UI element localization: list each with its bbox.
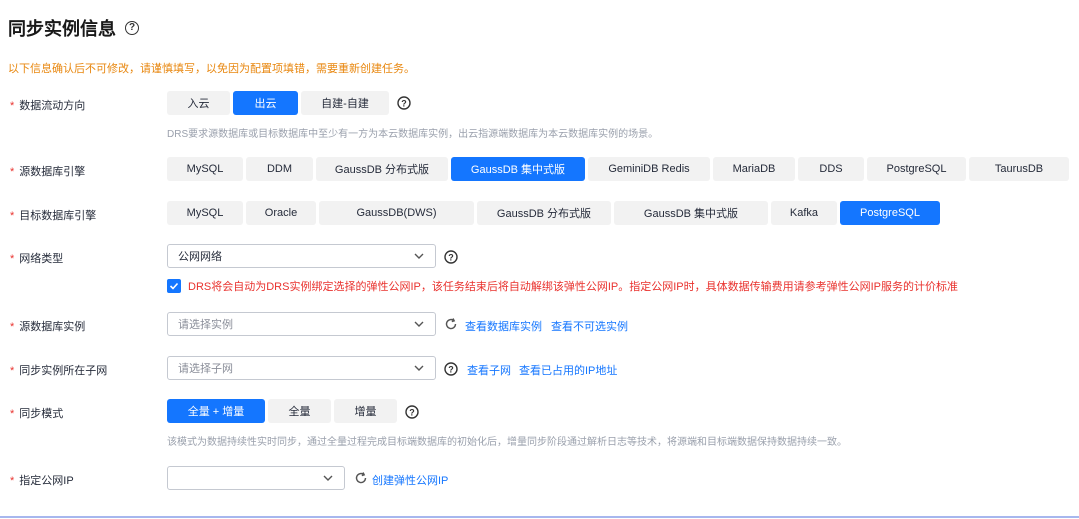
flow-direction-segmented: 入云 出云 自建-自建	[167, 91, 389, 115]
flow-direction-option[interactable]: 自建-自建	[301, 91, 389, 115]
sync-mode-option[interactable]: 增量	[334, 399, 397, 423]
check-icon	[169, 282, 179, 290]
view-db-instances-link[interactable]: 查看数据库实例	[465, 318, 542, 334]
source-engine-option[interactable]: MySQL	[167, 157, 243, 181]
flow-direction-label: * 数据流动方向	[10, 97, 85, 113]
target-engine-label-text: 目标数据库引擎	[19, 210, 97, 222]
sync-mode-segmented: 全量 + 增量 全量 增量	[167, 399, 397, 423]
target-engine-option[interactable]: Kafka	[771, 201, 837, 225]
public-ip-select[interactable]	[167, 466, 345, 490]
flow-direction-label-text: 数据流动方向	[19, 100, 86, 112]
help-icon[interactable]: ?	[444, 362, 458, 376]
flow-direction-option[interactable]: 出云	[233, 91, 298, 115]
page-title: 同步实例信息 ?	[8, 15, 139, 41]
target-engine-option[interactable]: Oracle	[246, 201, 316, 225]
sync-mode-label-text: 同步模式	[19, 408, 64, 420]
view-used-ips-link[interactable]: 查看已占用的IP地址	[519, 362, 617, 378]
required-mark: *	[10, 365, 15, 377]
chevron-down-icon	[414, 321, 424, 327]
source-engine-option[interactable]: GaussDB 分布式版	[316, 157, 448, 181]
eip-checkbox[interactable]	[167, 279, 181, 293]
source-engine-option[interactable]: TaurusDB	[969, 157, 1069, 181]
required-mark: *	[10, 210, 15, 222]
source-engine-label: * 源数据库引擎	[10, 163, 85, 179]
source-engine-option[interactable]: MariaDB	[713, 157, 795, 181]
required-mark: *	[10, 253, 15, 265]
svg-text:?: ?	[409, 408, 415, 418]
subnet-placeholder: 请选择子网	[178, 363, 233, 375]
source-engine-segmented: MySQL DDM GaussDB 分布式版 GaussDB 集中式版 GeminiDB…	[167, 157, 1069, 181]
source-engine-label-text: 源数据库引擎	[19, 166, 86, 178]
refresh-icon[interactable]	[444, 317, 458, 331]
public-ip-label-text: 指定公网IP	[19, 475, 74, 487]
view-subnet-link[interactable]: 查看子网	[467, 362, 511, 378]
source-engine-option[interactable]: PostgreSQL	[867, 157, 966, 181]
target-engine-option[interactable]: GaussDB(DWS)	[319, 201, 474, 225]
warning-message: 以下信息确认后不可修改，请谨慎填写，以免因为配置项填错，需要重新创建任务。	[8, 63, 415, 75]
target-engine-label: * 目标数据库引擎	[10, 207, 96, 223]
source-instance-placeholder: 请选择实例	[178, 319, 233, 331]
svg-text:?: ?	[448, 253, 454, 263]
source-engine-option[interactable]: GeminiDB Redis	[588, 157, 710, 181]
target-engine-option[interactable]: MySQL	[167, 201, 243, 225]
bottom-divider	[0, 516, 1079, 518]
help-icon[interactable]: ?	[125, 21, 139, 35]
page-title-text: 同步实例信息	[8, 19, 116, 39]
network-type-select[interactable]: 公网网络	[167, 244, 436, 268]
help-icon[interactable]: ?	[397, 96, 411, 110]
create-eip-link[interactable]: 创建弹性公网IP	[372, 472, 448, 488]
source-engine-option[interactable]: GaussDB 集中式版	[451, 157, 585, 181]
source-instance-select[interactable]: 请选择实例	[167, 312, 436, 336]
required-mark: *	[10, 321, 15, 333]
required-mark: *	[10, 475, 15, 487]
source-instance-label: * 源数据库实例	[10, 318, 85, 334]
network-type-label-text: 网络类型	[19, 253, 64, 265]
public-ip-label: * 指定公网IP	[10, 472, 74, 488]
source-instance-label-text: 源数据库实例	[19, 321, 86, 333]
chevron-down-icon	[414, 365, 424, 371]
chevron-down-icon	[414, 253, 424, 259]
target-engine-option[interactable]: GaussDB 集中式版	[614, 201, 768, 225]
refresh-icon[interactable]	[354, 471, 368, 485]
sync-mode-label: * 同步模式	[10, 405, 63, 421]
target-engine-option[interactable]: PostgreSQL	[840, 201, 940, 225]
help-icon[interactable]: ?	[444, 250, 458, 264]
required-mark: *	[10, 100, 15, 112]
subnet-label: * 同步实例所在子网	[10, 362, 107, 378]
required-mark: *	[10, 166, 15, 178]
sync-mode-option[interactable]: 全量	[268, 399, 331, 423]
subnet-select[interactable]: 请选择子网	[167, 356, 436, 380]
svg-text:?: ?	[448, 365, 454, 375]
network-type-value: 公网网络	[178, 251, 222, 263]
flow-direction-option[interactable]: 入云	[167, 91, 230, 115]
target-engine-segmented: MySQL Oracle GaussDB(DWS) GaussDB 分布式版 Gauss…	[167, 201, 940, 225]
chevron-down-icon	[323, 475, 333, 481]
sync-mode-hint: 该模式为数据持续性实时同步，通过全量过程完成目标端数据库的初始化后，增量同步阶段…	[167, 437, 847, 448]
view-unselectable-instances-link[interactable]: 查看不可选实例	[551, 318, 628, 334]
network-type-label: * 网络类型	[10, 250, 63, 266]
required-mark: *	[10, 408, 15, 420]
source-engine-option[interactable]: DDM	[246, 157, 313, 181]
svg-text:?: ?	[401, 99, 407, 109]
help-icon[interactable]: ?	[405, 405, 419, 419]
flow-direction-hint: DRS要求源数据库或目标数据库中至少有一方为本云数据库实例，出云指源端数据库为本…	[167, 129, 659, 140]
eip-checkbox-text: DRS将会自动为DRS实例绑定选择的弹性公网IP，该任务结束后将自动解绑该弹性公…	[188, 281, 959, 293]
source-engine-option[interactable]: DDS	[798, 157, 864, 181]
subnet-label-text: 同步实例所在子网	[19, 365, 108, 377]
sync-mode-option[interactable]: 全量 + 增量	[167, 399, 265, 423]
target-engine-option[interactable]: GaussDB 分布式版	[477, 201, 611, 225]
